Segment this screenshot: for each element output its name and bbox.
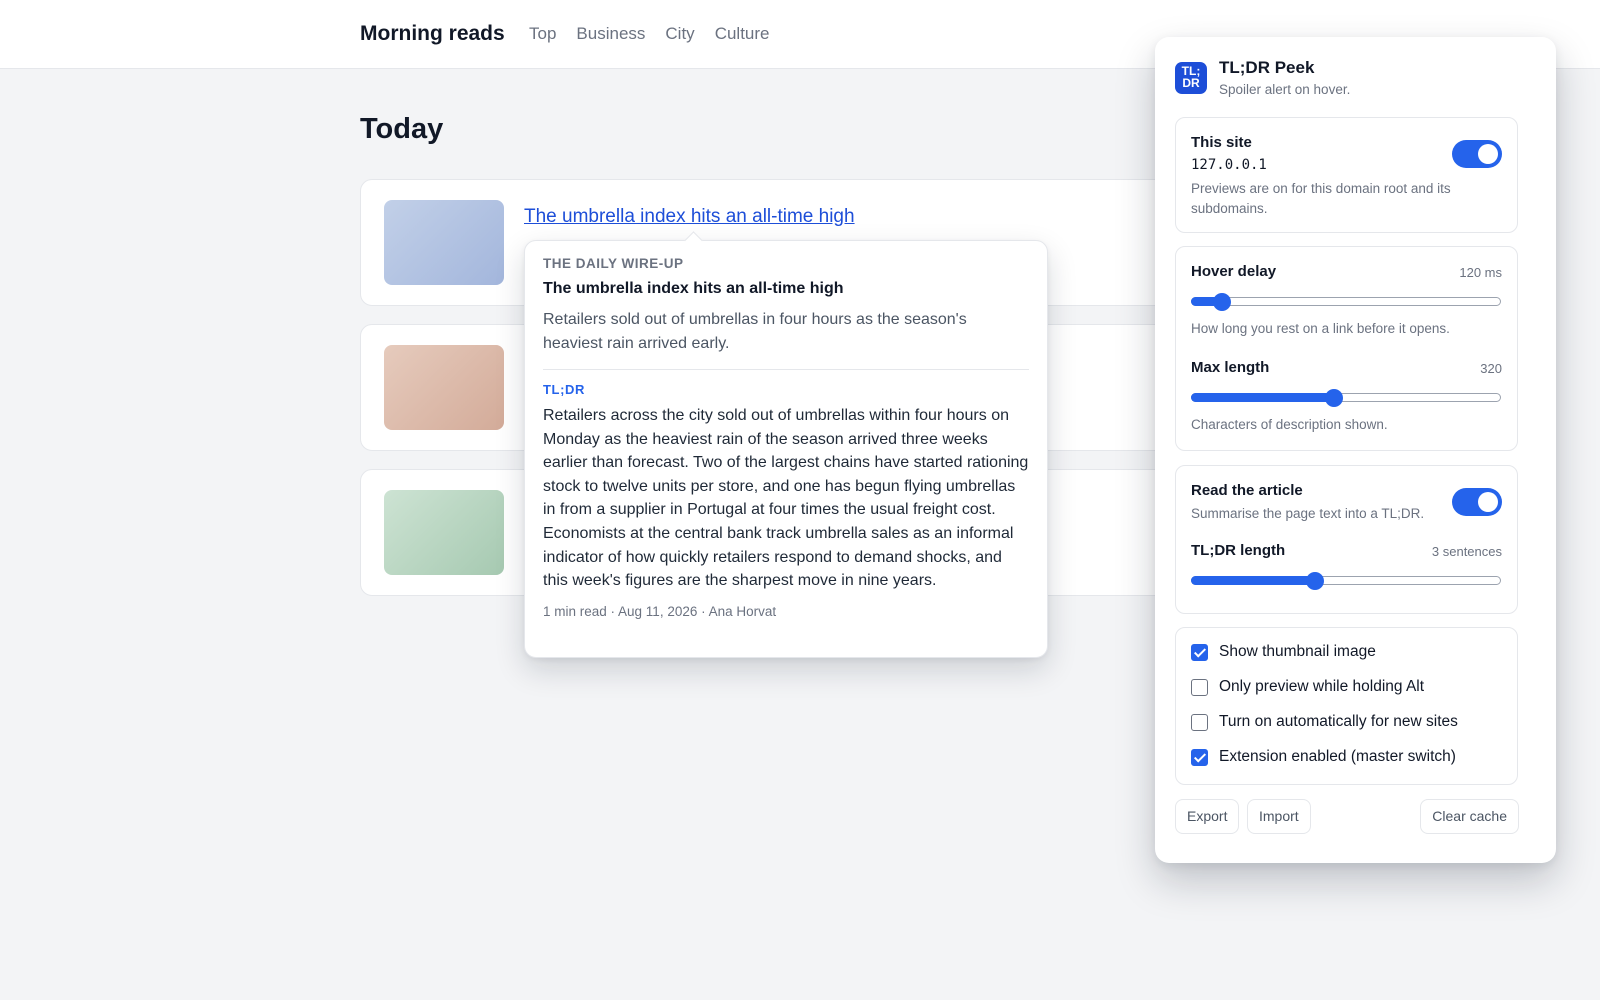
- checkbox-master-switch[interactable]: [1191, 748, 1208, 766]
- read-article-help: Summarise the page text into a TL;DR.: [1191, 506, 1425, 521]
- nav-link-business[interactable]: Business: [576, 24, 645, 44]
- option-hold-alt[interactable]: Only preview while holding Alt: [1191, 678, 1424, 696]
- max-length-slider[interactable]: [1191, 388, 1501, 408]
- preview-description: Retailers sold out of umbrellas in four …: [543, 311, 967, 352]
- article-thumbnail[interactable]: [384, 345, 504, 430]
- article-thumbnail[interactable]: [384, 490, 504, 575]
- preview-title: The umbrella index hits an all-time high: [543, 280, 844, 297]
- this-site-help: Previews are on for this domain root and…: [1191, 181, 1451, 216]
- tldr-logo-icon: TL; DR: [1175, 62, 1207, 94]
- timing-section: Hover delay 120 ms How long you rest on …: [1175, 246, 1518, 451]
- tldr-length-label: TL;DR length: [1191, 542, 1286, 559]
- clear-cache-button[interactable]: Clear cache: [1420, 799, 1519, 834]
- tldr-summary: Retailers across the city sold out of um…: [543, 407, 1029, 590]
- read-article-toggle[interactable]: [1452, 488, 1502, 516]
- hover-delay-value: 120 ms: [1459, 265, 1502, 280]
- tldr-length-value: 3 sentences: [1431, 544, 1502, 559]
- read-article-label: Read the article: [1191, 482, 1303, 499]
- option-label: Show thumbnail image: [1219, 643, 1376, 660]
- checkbox-hold-alt[interactable]: [1191, 678, 1208, 696]
- option-label: Only preview while holding Alt: [1219, 678, 1425, 695]
- hover-delay-slider[interactable]: [1191, 292, 1501, 312]
- article-thumbnail[interactable]: [384, 200, 504, 285]
- tldr-label: TL;DR: [543, 382, 585, 397]
- option-label: Turn on automatically for new sites: [1219, 713, 1458, 730]
- nav-link-culture[interactable]: Culture: [715, 24, 770, 44]
- preview-divider: [543, 369, 1029, 370]
- read-article-section: Read the article Summarise the page text…: [1175, 465, 1518, 614]
- export-button[interactable]: Export: [1175, 799, 1240, 834]
- import-button[interactable]: Import: [1247, 799, 1311, 834]
- max-length-label: Max length: [1191, 359, 1270, 376]
- max-length-value: 320: [1480, 361, 1502, 376]
- page-title: Today: [360, 113, 444, 145]
- checkbox-show-thumbnail[interactable]: [1191, 643, 1208, 661]
- max-length-help: Characters of description shown.: [1191, 417, 1388, 432]
- extension-title: TL;DR Peek: [1219, 58, 1315, 77]
- options-section: Show thumbnail image Only preview while …: [1175, 627, 1518, 785]
- hover-delay-help: How long you rest on a link before it op…: [1191, 321, 1450, 336]
- hover-preview-popover: THE DAILY WIRE-UP The umbrella index hit…: [524, 240, 1048, 658]
- option-auto-new-sites[interactable]: Turn on automatically for new sites: [1191, 713, 1458, 731]
- article-link[interactable]: The umbrella index hits an all-time high: [524, 206, 855, 228]
- tldr-length-slider[interactable]: [1191, 571, 1501, 591]
- this-site-section: This site 127.0.0.1 Previews are on for …: [1175, 117, 1518, 233]
- nav-link-top[interactable]: Top: [529, 24, 556, 44]
- option-master-switch[interactable]: Extension enabled (master switch): [1191, 748, 1456, 766]
- preview-source: THE DAILY WIRE-UP: [543, 256, 684, 271]
- site-brand[interactable]: Morning reads: [360, 22, 505, 46]
- option-show-thumbnail[interactable]: Show thumbnail image: [1191, 643, 1376, 661]
- preview-meta: 1 min read · Aug 11, 2026 · Ana Horvat: [543, 603, 777, 619]
- hover-delay-label: Hover delay: [1191, 263, 1277, 280]
- site-domain: 127.0.0.1: [1191, 157, 1267, 173]
- extension-tagline: Spoiler alert on hover.: [1219, 82, 1351, 97]
- this-site-label: This site: [1191, 134, 1252, 151]
- extension-popup: TL; DR TL;DR Peek Spoiler alert on hover…: [1155, 37, 1556, 863]
- checkbox-auto-new-sites[interactable]: [1191, 713, 1208, 731]
- site-nav: Top Business City Culture: [529, 24, 790, 44]
- option-label: Extension enabled (master switch): [1219, 748, 1456, 765]
- nav-link-city[interactable]: City: [665, 24, 694, 44]
- site-toggle[interactable]: [1452, 140, 1502, 168]
- logo-text-bottom: DR: [1182, 76, 1200, 90]
